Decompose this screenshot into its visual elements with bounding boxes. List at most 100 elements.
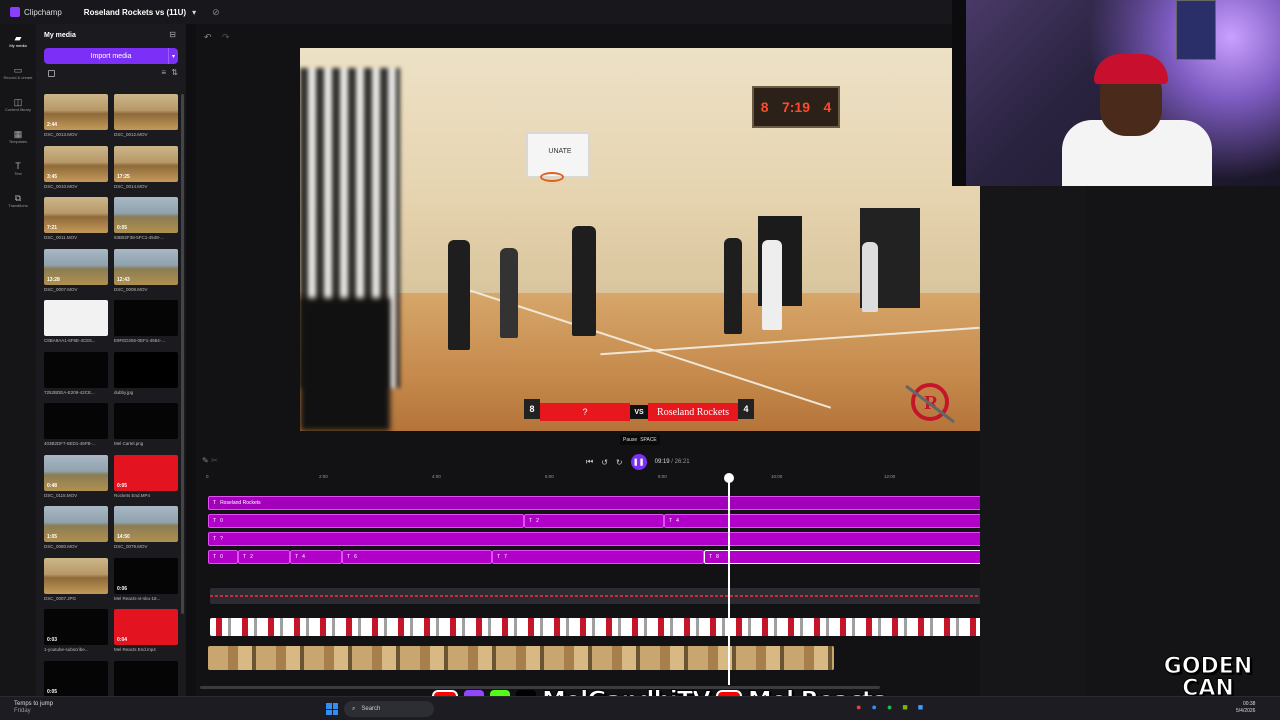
rail-transitions[interactable]: ⧉ Transitions (0, 184, 36, 216)
clip-label: 6 (354, 554, 357, 560)
score-text-clip[interactable]: T0 (208, 514, 524, 528)
media-tile[interactable]: 0:06 Mel Reacts-vt-sku-18... (114, 557, 178, 601)
weather-widget[interactable]: Temps to jump Friday (14, 701, 53, 715)
media-tile[interactable]: 0:03 1-youtube-subscribe... (44, 609, 108, 652)
nvidia-icon[interactable]: ■ (902, 702, 907, 712)
split-icon[interactable]: ✂ (211, 456, 218, 465)
media-tile[interactable]: 2:44 DSC_0013.MOV (44, 94, 108, 137)
media-thumbnail: 17:25 (114, 145, 178, 182)
rewind-5s-icon[interactable]: ↺ (601, 458, 608, 467)
app-icon[interactable]: ■ (918, 702, 923, 712)
collapse-panel-icon[interactable]: ⊟ (169, 30, 176, 39)
rockets-logo: R (905, 383, 955, 424)
ruler-tick-label: 4:00 (432, 474, 441, 479)
rail-content-library[interactable]: ◫ Content library (0, 88, 36, 120)
media-tile[interactable]: 7:21 DSC_0011.MOV (44, 197, 108, 240)
media-tile[interactable]: dubby.jpg (114, 351, 178, 395)
ruler-tick-label: 10:00 (771, 474, 783, 479)
chrome-icon[interactable]: ● (856, 702, 861, 712)
playhead[interactable] (728, 475, 730, 685)
media-tile[interactable]: 403B2DF7-6ED1-45FB-... (44, 403, 108, 446)
playhead-handle[interactable] (724, 473, 734, 483)
rail-label: Record & create (3, 74, 33, 80)
score-text-clip[interactable]: T7 (492, 550, 704, 564)
pause-button[interactable]: ❚❚ (630, 454, 647, 470)
taskbar-apps: ● ● ● ■ ■ (856, 702, 923, 712)
title-clip[interactable]: T Roseland Rockets (208, 496, 1084, 510)
project-name[interactable]: Roseland Rockets vs (11U) (84, 8, 186, 17)
score-overlay[interactable]: 8 ? VS Roseland Rockets 4 (524, 399, 756, 425)
media-tile[interactable]: C8BA9AA1-6F8E-4CE5... (44, 300, 108, 343)
video-preview[interactable]: UNATE 8 7:19 4 8 ? VS Roseland Rockets 4 (300, 48, 980, 431)
media-tile[interactable]: 0:04 Mel Reacts End.mp4 (114, 609, 178, 652)
audio-track[interactable] (210, 588, 1084, 604)
media-thumbnail: 0:04 (114, 609, 178, 645)
media-tile[interactable] (114, 660, 178, 699)
media-tile[interactable]: 3:45 DSC_0010.MOV (44, 145, 108, 189)
media-tile[interactable]: 14:50 DSC_0079.MOV (114, 506, 178, 549)
video-track-clip[interactable] (208, 646, 834, 670)
media-tile[interactable]: E9FED255-0EF1-4584-... (114, 300, 178, 343)
score-text-clip[interactable]: T2 (238, 550, 290, 564)
rail-my-media[interactable]: ▰ My media (0, 24, 36, 56)
windows-start-icon[interactable] (326, 703, 338, 715)
media-tile[interactable]: 17:25 DSC_0014.MOV (114, 145, 178, 189)
score-text-clip[interactable]: T0 (208, 550, 238, 564)
ruler-tick-label: 2:00 (319, 474, 328, 479)
clipchamp-window: Clipchamp Roseland Rockets vs (11U) ▾ ⊘ … (0, 0, 1280, 720)
media-tile[interactable]: 0:05 93B82F38-5FC1-4548-... (114, 197, 178, 240)
media-tile[interactable]: 1:05 DSC_0080.MOV (44, 506, 108, 549)
import-media-button[interactable]: Import media ▾ (44, 48, 178, 64)
magic-tool-icon[interactable]: ✎ ✂ (202, 456, 218, 465)
filter-icon[interactable]: ≡ (161, 68, 166, 77)
media-tile[interactable]: 12:43 DSC_0008.MOV (114, 248, 178, 292)
select-all-checkbox[interactable] (48, 70, 55, 77)
media-tile[interactable]: 13:28 DSC_0007.MOV (44, 248, 108, 292)
logo-overlay-track[interactable] (210, 618, 1084, 636)
edge-icon[interactable]: ● (871, 702, 876, 712)
rail-text[interactable]: T Text (0, 152, 36, 184)
media-thumbnail: 13:28 (44, 248, 108, 285)
rail-templates[interactable]: ▦ Templates (0, 120, 36, 152)
rail-record-create[interactable]: ▭ Record & create (0, 56, 36, 88)
search-icon: ⌕ (352, 705, 356, 712)
overlay-right-team: Roseland Rockets (648, 403, 738, 421)
media-duration: 0:03 (47, 637, 58, 643)
search-label: Search (361, 706, 381, 712)
timeline-ruler[interactable]: 02:004:006:008:0010:0012:0014:00 (206, 474, 1084, 484)
media-tile[interactable]: 0:05 Rockets End.MP4 (114, 454, 178, 498)
skip-back-icon[interactable]: ⏮ (586, 457, 593, 467)
weather-sub: Friday (14, 708, 31, 714)
media-duration: 0:05 (117, 225, 128, 231)
media-duration: 0:05 (47, 688, 58, 695)
weather-text: Temps to jump (14, 701, 54, 707)
chevron-down-icon[interactable]: ▾ (192, 8, 196, 17)
ruler-tick-label: 0 (206, 474, 209, 479)
score-text-clip[interactable]: T4 (290, 550, 342, 564)
forward-5s-icon[interactable]: ↻ (616, 458, 623, 467)
score-text-clip[interactable]: T2 (524, 514, 664, 528)
score-text-clip[interactable]: T6 (342, 550, 492, 564)
right-empty-area (1086, 186, 1280, 696)
media-tile[interactable]: 0:48 DSC_0115.MOV (44, 454, 108, 498)
media-tile[interactable]: 0:05 (44, 660, 108, 699)
media-scrollbar[interactable] (181, 94, 184, 614)
media-tile[interactable]: DSC_0007.JPG (44, 557, 108, 601)
media-tile[interactable]: Mel Cartel.png (114, 403, 178, 446)
clip-label: 4 (676, 518, 679, 524)
spotify-icon[interactable]: ● (887, 702, 892, 712)
chevron-down-icon[interactable]: ▾ (168, 48, 178, 64)
taskbar-clock[interactable]: 00:38 5/4/2026 (1236, 701, 1255, 715)
undo-icon[interactable]: ↶ (204, 32, 212, 43)
media-thumbnail (114, 94, 178, 130)
team-text-clip[interactable]: T? (208, 532, 1084, 546)
cloud-off-icon[interactable]: ⊘ (212, 7, 220, 18)
sort-icon[interactable]: ⇅ (171, 68, 178, 77)
redo-icon[interactable]: ↷ (222, 32, 230, 43)
text-clip-icon: T (529, 518, 533, 524)
clock-time: 00:38 (1242, 701, 1256, 707)
media-filename: DSC_0013.MOV (44, 132, 78, 137)
media-tile[interactable]: 7252BDEA-E209-42CE... (44, 351, 108, 395)
taskbar-search[interactable]: ⌕ Search (344, 701, 434, 717)
media-tile[interactable]: DSC_0012.MOV (114, 94, 178, 137)
